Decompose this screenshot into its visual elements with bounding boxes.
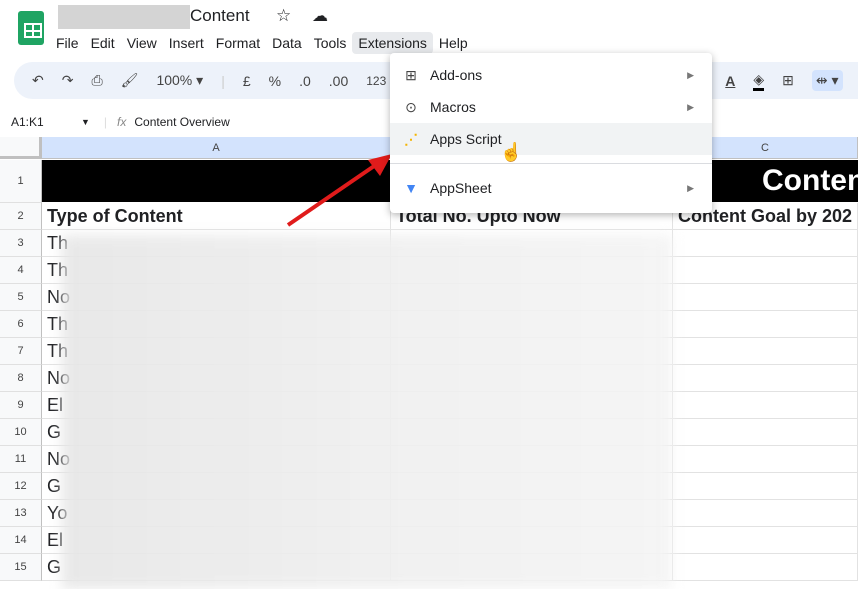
cell-c14[interactable] [673,527,858,554]
more-formats-button[interactable]: 123 [366,74,386,88]
merge-cells-icon[interactable]: ⇹ ▾ [811,70,843,91]
cell-c3[interactable] [673,230,858,257]
menu-help[interactable]: Help [433,32,474,54]
menu-bar: File Edit View Insert Format Data Tools … [50,32,474,54]
menu-file[interactable]: File [50,32,85,54]
row-header-4[interactable]: 4 [0,257,42,284]
hand-cursor-icon: ☝ [500,142,523,162]
paint-format-icon[interactable]: 🖌 [121,72,139,89]
menu-item-label: Add-ons [430,67,483,83]
decrease-decimal-button[interactable]: .0 [299,73,311,89]
menu-item-add-ons[interactable]: ⊞ Add-ons ▶ [390,59,712,91]
row-header-3[interactable]: 3 [0,230,42,257]
row-header-8[interactable]: 8 [0,365,42,392]
row-header-6[interactable]: 6 [0,311,42,338]
submenu-arrow-icon: ▶ [687,101,694,112]
print-icon[interactable]: ⎙ [91,72,102,89]
cell-c11[interactable] [673,446,858,473]
row-header-12[interactable]: 12 [0,473,42,500]
title-cell-text: Conten [762,164,858,197]
row-header-13[interactable]: 13 [0,500,42,527]
row-header-9[interactable]: 9 [0,392,42,419]
cell-c4[interactable] [673,257,858,284]
row-header-11[interactable]: 11 [0,446,42,473]
cell-c8[interactable] [673,365,858,392]
cell-c9[interactable] [673,392,858,419]
menu-data[interactable]: Data [266,32,308,54]
cloud-saved-icon[interactable]: ☁ [312,6,328,26]
row-header-1[interactable]: 1 [0,160,42,203]
select-all-corner[interactable] [0,137,42,159]
cell-c7[interactable] [673,338,858,365]
zoom-select[interactable]: 100% ▾ [156,72,203,89]
row-header-5[interactable]: 5 [0,284,42,311]
addons-icon: ⊞ [405,66,417,83]
fx-icon: fx [117,115,127,129]
menu-extensions[interactable]: Extensions [352,32,433,54]
cell-c6[interactable] [673,311,858,338]
menu-format[interactable]: Format [210,32,266,54]
zoom-value: 100% [156,72,193,88]
increase-decimal-button[interactable]: .00 [329,73,348,89]
sheets-logo[interactable] [18,11,44,45]
redacted-title [58,5,190,29]
star-icon[interactable]: ☆ [276,6,291,26]
menu-view[interactable]: View [121,32,163,54]
text-color-icon[interactable]: A [725,73,735,89]
divider: | [221,72,225,89]
redacted-data-region [62,235,672,589]
menu-item-label: Macros [430,99,476,115]
row-header-15[interactable]: 15 [0,554,42,581]
currency-button[interactable]: £ [243,73,251,89]
menu-insert[interactable]: Insert [163,32,210,54]
cell-c10[interactable] [673,419,858,446]
appsheet-icon: ▼ [404,180,418,196]
row-header-10[interactable]: 10 [0,419,42,446]
percent-button[interactable]: % [269,73,281,89]
borders-icon[interactable]: ⊞ [782,72,794,89]
menu-divider [390,163,712,164]
cell-c13[interactable] [673,500,858,527]
play-circle-icon: ⊙ [405,98,417,115]
menu-item-label: Apps Script [430,131,502,147]
undo-icon[interactable]: ↶ [32,72,44,89]
divider: | [103,115,108,129]
cell-c15[interactable] [673,554,858,581]
menu-edit[interactable]: Edit [85,32,121,54]
submenu-arrow-icon: ▶ [687,182,694,193]
name-box[interactable]: A1:K1 [11,115,81,129]
row-header-7[interactable]: 7 [0,338,42,365]
row-header-14[interactable]: 14 [0,527,42,554]
menu-item-macros[interactable]: ⊙ Macros ▶ [390,91,712,123]
apps-script-icon: ⋰ [404,130,418,147]
menu-tools[interactable]: Tools [308,32,353,54]
doc-title[interactable]: Content [190,6,250,26]
menu-item-label: AppSheet [430,180,492,196]
fill-color-icon[interactable]: ◈ [753,71,765,91]
menu-item-appsheet[interactable]: ▼ AppSheet ▶ [390,172,712,204]
extensions-dropdown: ⊞ Add-ons ▶ ⊙ Macros ▶ ⋰ Apps Script ▼ AppShee… [390,53,712,213]
submenu-arrow-icon: ▶ [687,69,694,80]
menu-item-apps-script[interactable]: ⋰ Apps Script [390,123,712,155]
redo-icon[interactable]: ↷ [62,72,74,89]
cell-c12[interactable] [673,473,858,500]
formula-input[interactable]: Content Overview [134,115,229,129]
annotation-arrow [286,154,392,227]
cell-c5[interactable] [673,284,858,311]
row-header-2[interactable]: 2 [0,203,42,230]
name-box-dropdown-icon[interactable]: ▼ [81,117,90,127]
